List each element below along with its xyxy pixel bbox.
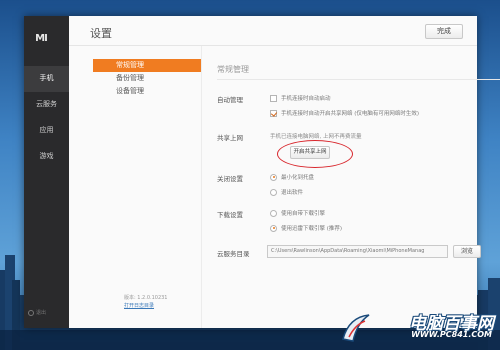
subnav-item-general[interactable]: 常规管理 xyxy=(93,59,201,72)
share-label: 共享上网 xyxy=(217,134,243,142)
xunlei-engine-label: 使用迅雷下载引擎 (推荐) xyxy=(281,226,343,232)
sidebar-item-phone[interactable]: 手机 xyxy=(24,66,69,92)
settings-subnav: 常规管理 备份管理 设备管理 xyxy=(93,59,201,98)
power-icon xyxy=(28,309,34,316)
version-footer: 版本: 1.2.0.10231 打开日志目录 xyxy=(124,294,168,310)
settings-window: MI 手机 云服务 应用 游戏 退出 设置 完成 常规管理 备份管理 设备管理 … xyxy=(24,16,500,328)
watermark-logo-icon xyxy=(342,314,370,342)
watermark: 电脑百事网 WWW.PC841.COM xyxy=(339,307,494,347)
auto-start-checkbox[interactable] xyxy=(270,94,277,102)
sidebar: MI 手机 云服务 应用 游戏 退出 xyxy=(24,16,69,328)
enable-share-button[interactable]: 开启共享上网 xyxy=(290,146,330,159)
builtin-engine-label: 使用自带下载引擎 xyxy=(281,211,326,217)
auto-share-checkbox[interactable] xyxy=(270,109,277,117)
xunlei-engine-radio[interactable] xyxy=(270,224,277,232)
share-note: 手机已连接电脑网络, 上网不再费流量 xyxy=(270,134,362,140)
exit-app-radio[interactable] xyxy=(270,188,277,196)
watermark-url: WWW.PC841.COM xyxy=(411,330,492,339)
sidebar-item-apps[interactable]: 应用 xyxy=(24,118,69,144)
cloud-dir-input[interactable]: C:\Users\Rawlinson\AppData\Roaming\Xiaom… xyxy=(267,245,448,258)
header: 设置 完成 xyxy=(69,16,477,46)
subnav-item-device[interactable]: 设备管理 xyxy=(93,85,201,98)
sidebar-exit-label: 退出 xyxy=(36,310,47,316)
minimize-tray-label: 最小化到托盘 xyxy=(281,175,315,181)
open-log-link[interactable]: 打开日志目录 xyxy=(124,302,168,310)
minimize-tray-option[interactable]: 最小化到托盘 xyxy=(270,173,314,181)
auto-start-option[interactable]: 手机连接时自动启动 xyxy=(270,94,331,102)
close-settings-label: 关闭设置 xyxy=(217,175,243,183)
exit-app-option[interactable]: 退出软件 xyxy=(270,188,303,196)
auto-start-label: 手机连接时自动启动 xyxy=(281,96,331,102)
sidebar-item-cloud[interactable]: 云服务 xyxy=(24,92,69,118)
xunlei-engine-option[interactable]: 使用迅雷下载引擎 (推荐) xyxy=(270,224,342,232)
cloud-dir-label: 云服务目录 xyxy=(217,250,250,258)
auto-share-option[interactable]: 手机连接时自动开启共享网络 (仅电脑有可用网络时生效) xyxy=(270,109,419,117)
section-divider xyxy=(217,79,500,80)
section-title: 常规管理 xyxy=(217,65,249,74)
version-text: 版本: 1.2.0.10231 xyxy=(124,295,168,301)
subnav-item-backup[interactable]: 备份管理 xyxy=(93,72,201,85)
minimize-tray-radio[interactable] xyxy=(270,173,277,181)
main-panel: 设置 完成 常规管理 备份管理 设备管理 版本: 1.2.0.10231 打开日… xyxy=(69,16,500,328)
exit-app-label: 退出软件 xyxy=(281,190,304,196)
panel-divider xyxy=(201,46,202,328)
page-title: 设置 xyxy=(90,27,112,40)
mi-logo: MI xyxy=(35,33,48,44)
sidebar-item-games[interactable]: 游戏 xyxy=(24,144,69,170)
done-button[interactable]: 完成 xyxy=(425,24,463,39)
browse-button[interactable]: 浏览 xyxy=(453,245,481,258)
sidebar-exit[interactable]: 退出 xyxy=(28,309,46,316)
builtin-engine-option[interactable]: 使用自带下载引擎 xyxy=(270,209,325,217)
builtin-engine-radio[interactable] xyxy=(270,209,277,217)
auto-manage-label: 自动管理 xyxy=(217,96,243,104)
download-settings-label: 下载设置 xyxy=(217,211,243,219)
auto-share-label: 手机连接时自动开启共享网络 (仅电脑有可用网络时生效) xyxy=(281,111,420,117)
sidebar-nav: 手机 云服务 应用 游戏 xyxy=(24,66,69,170)
